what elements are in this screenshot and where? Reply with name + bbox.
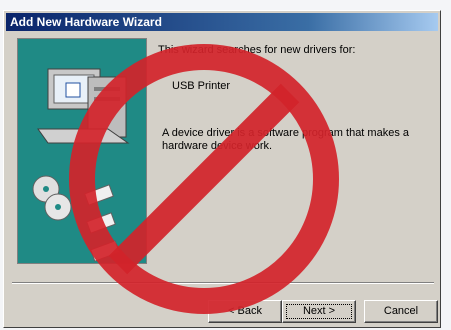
next-button[interactable]: Next > [282,300,356,323]
wizard-description: A device driver is a software program th… [162,127,409,152]
back-button[interactable]: < Back [208,300,282,323]
computer-disks-icon [32,68,130,262]
device-name: USB Printer [172,80,231,92]
button-separator [12,282,434,284]
wizard-illustration [17,38,147,264]
window-title: Add New Hardware Wizard [6,13,438,31]
cancel-button[interactable]: Cancel [364,300,438,323]
wizard-intro-text: This wizard searches for new drivers for… [158,44,356,56]
